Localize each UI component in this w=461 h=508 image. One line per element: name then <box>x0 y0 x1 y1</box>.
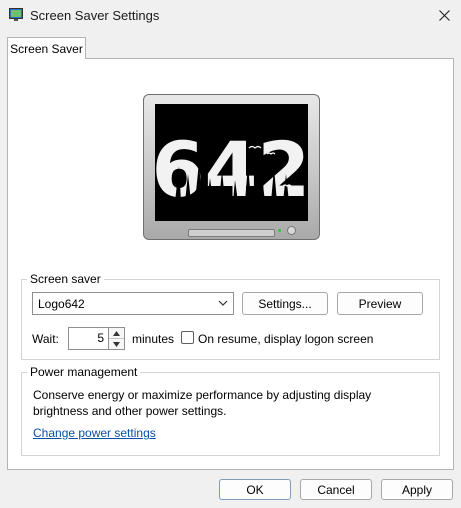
title-bar: Screen Saver Settings <box>0 0 461 32</box>
screen-saver-select-value: Logo642 <box>38 297 85 311</box>
power-management-group: Power management Conserve energy or maxi… <box>21 365 440 456</box>
preview-screen: 642 <box>155 104 308 221</box>
monitor-bezel-slot <box>188 229 275 237</box>
settings-button[interactable]: Settings... <box>242 292 328 315</box>
arrow-up-icon <box>113 330 120 336</box>
close-button[interactable] <box>427 0 461 30</box>
arrow-down-icon <box>113 342 120 347</box>
tab-label: Screen Saver <box>10 41 83 56</box>
spin-down-button[interactable] <box>109 339 124 350</box>
resume-logon-checkbox[interactable] <box>181 331 194 344</box>
apply-button[interactable]: Apply <box>381 479 453 500</box>
resume-logon-label[interactable]: On resume, display logon screen <box>198 332 373 346</box>
preview-monitor: 642 <box>143 94 320 240</box>
change-power-settings-link[interactable]: Change power settings <box>33 426 156 440</box>
screen-saver-legend: Screen saver <box>27 272 104 287</box>
chevron-down-icon <box>218 300 228 306</box>
power-description: Conserve energy or maximize performance … <box>33 388 372 418</box>
ok-button[interactable]: OK <box>219 479 291 500</box>
power-management-legend: Power management <box>27 365 141 380</box>
screen-saver-group: Screen saver Logo642 Settings... Preview… <box>21 272 440 360</box>
wait-spinner <box>109 327 125 350</box>
tab-panel: 642 Screen saver Logo642 Settings... Pre… <box>7 58 454 470</box>
wait-minutes-input[interactable]: 5 <box>68 327 109 350</box>
window-title: Screen Saver Settings <box>30 8 160 23</box>
screen-saver-select[interactable]: Logo642 <box>32 292 234 315</box>
power-led <box>278 229 281 232</box>
cancel-button[interactable]: Cancel <box>300 479 372 500</box>
wait-label: Wait: <box>32 332 59 346</box>
logo642-preview-image: 642 <box>155 104 308 221</box>
tab-screen-saver[interactable]: Screen Saver <box>7 37 86 59</box>
spin-up-button[interactable] <box>109 328 124 339</box>
power-button-icon <box>287 226 296 235</box>
preview-button[interactable]: Preview <box>337 292 423 315</box>
minutes-label: minutes <box>132 332 175 346</box>
screen-saver-app-icon <box>9 8 23 21</box>
close-icon <box>438 9 450 21</box>
